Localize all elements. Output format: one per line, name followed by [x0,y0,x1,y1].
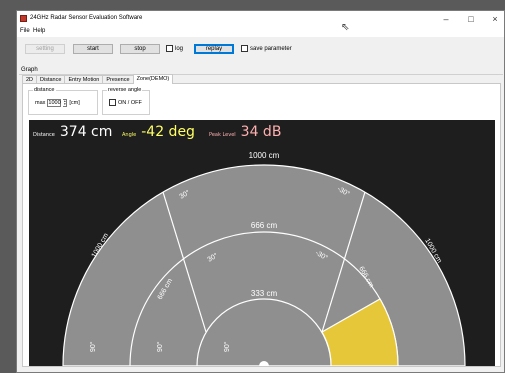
log-checkbox-label: log [175,45,184,52]
reverse-angle-group-title: reverse angle [107,87,143,93]
distance-group-title: distance [33,87,56,93]
replay-button[interactable]: replay [194,44,234,54]
max-distance-input[interactable]: 1000 [47,99,62,107]
inner-left-90-label: 90° [223,341,231,352]
reverse-angle-checkbox-box[interactable] [109,99,116,106]
distance-readout-label: Distance [33,132,55,138]
zone-panel: distance max 1000 ▲ ▼ [cm] reverse angle … [22,83,501,367]
ring-label-outer: 1000 cm [249,151,280,160]
minimize-button[interactable]: – [436,13,456,25]
graph-label: Graph [21,67,38,73]
app-window: 24GHz Radar Sensor Evaluation Software –… [16,10,505,373]
stop-button[interactable]: stop [120,44,160,54]
peak-level-readout-label: Peak Level [209,132,236,138]
zone-chart: Distance 374 cm Angle -42 deg Peak Level… [29,120,495,367]
app-icon [20,15,27,22]
log-checkbox-box[interactable] [166,45,173,52]
save-parameter-checkbox-box[interactable] [241,45,248,52]
distance-max-row: max 1000 ▲ ▼ [cm] [35,99,80,107]
angle-readout-value: -42 deg [141,124,195,140]
distance-group: distance max 1000 ▲ ▼ [cm] [28,87,98,115]
unit-label: [cm] [69,100,80,106]
max-distance-spinner[interactable]: ▲ ▼ [63,99,68,107]
peak-level-readout-value: 34 dB [240,124,282,140]
reverse-angle-checkbox[interactable]: ON / OFF [109,99,142,106]
max-label: max [35,100,46,106]
setting-button[interactable]: setting [25,44,65,54]
tab-zone-demo[interactable]: Zone(DEMO) [132,74,174,84]
ring-label-middle: 666 cm [251,221,278,230]
start-button[interactable]: start [73,44,113,54]
mouse-cursor-icon: ⇖ [341,22,350,33]
save-parameter-checkbox[interactable]: save parameter [241,45,292,52]
save-parameter-label: save parameter [250,45,292,52]
menu-bar: File Help [17,27,504,37]
distance-readout-value: 374 cm [59,124,113,140]
peak-level-readout: Peak Level 34 dB [209,124,281,140]
outer-left-90-label: 90° [89,341,97,352]
menu-help[interactable]: Help [33,28,45,34]
close-button[interactable]: × [485,13,504,25]
reverse-angle-option-label: ON / OFF [118,99,142,106]
ring-label-inner: 333 cm [251,289,278,298]
toolbar: setting start stop log replay save param… [17,37,504,65]
angle-readout: Angle -42 deg [122,124,195,140]
window-title: 24GHz Radar Sensor Evaluation Software [30,15,143,21]
maximize-button[interactable]: □ [461,13,481,25]
menu-file[interactable]: File [20,28,30,34]
zone-radar-plot: 1000 cm 666 cm 333 cm 1000 cm 1000 cm 66… [62,151,466,367]
reverse-angle-group: reverse angle ON / OFF [102,87,150,115]
middle-left-90-label: 90° [156,341,164,352]
title-bar: 24GHz Radar Sensor Evaluation Software –… [17,11,504,27]
log-checkbox[interactable]: log [166,45,183,52]
distance-readout: Distance 374 cm [33,124,112,140]
angle-readout-label: Angle [122,132,137,138]
